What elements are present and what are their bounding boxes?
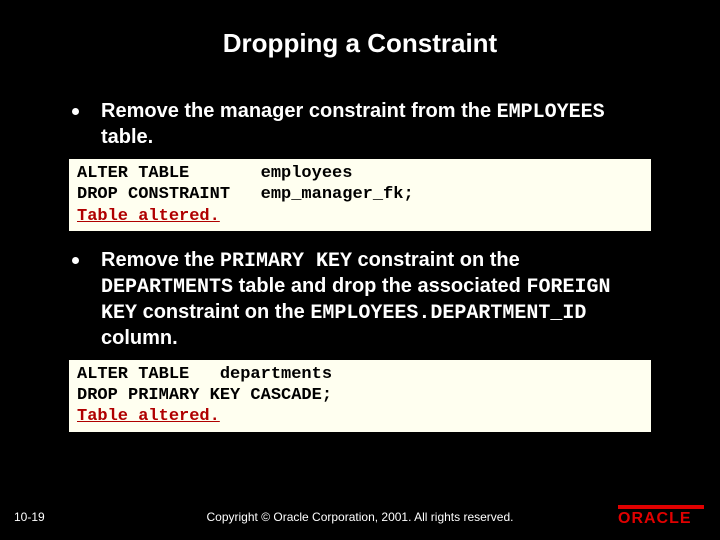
slide-footer: 10-19 Copyright © Oracle Corporation, 20… — [0, 500, 720, 530]
copyright-text: Copyright © Oracle Corporation, 2001. Al… — [0, 510, 720, 524]
bullet-item: Remove the PRIMARY KEY constraint on the… — [68, 248, 652, 351]
text-fragment: table and drop the associated — [233, 275, 526, 297]
logo-bar-icon — [618, 505, 704, 509]
bullet-text: Remove the manager constraint from the E… — [101, 99, 652, 150]
code-line: ALTER TABLE employees — [77, 164, 352, 183]
slide: Dropping a Constraint Remove the manager… — [0, 0, 720, 540]
code-block: ALTER TABLE departments DROP PRIMARY KEY… — [68, 359, 652, 433]
code-line: DROP CONSTRAINT emp_manager_fk; — [77, 185, 414, 204]
code-inline: DEPARTMENTS — [101, 276, 233, 299]
code-line: ALTER TABLE departments — [77, 365, 332, 384]
text-fragment: Remove the manager constraint from the — [101, 100, 497, 122]
bullet-text: Remove the PRIMARY KEY constraint on the… — [101, 248, 652, 351]
code-inline: EMPLOYEES — [497, 101, 605, 124]
slide-content: Remove the manager constraint from the E… — [0, 99, 720, 433]
bullet-dot-icon — [72, 257, 79, 264]
logo-text: ORACLE — [618, 510, 704, 528]
code-result: Table altered. — [77, 407, 220, 426]
text-fragment: Remove the — [101, 249, 220, 271]
code-result: Table altered. — [77, 207, 220, 226]
text-fragment: constraint on the — [352, 249, 520, 271]
slide-title: Dropping a Constraint — [0, 0, 720, 89]
text-fragment: column. — [101, 327, 178, 349]
text-fragment: table. — [101, 126, 153, 148]
bullet-item: Remove the manager constraint from the E… — [68, 99, 652, 150]
code-line: DROP PRIMARY KEY CASCADE; — [77, 386, 332, 405]
text-fragment: constraint on the — [137, 301, 310, 323]
code-block: ALTER TABLE employees DROP CONSTRAINT em… — [68, 158, 652, 232]
code-inline: EMPLOYEES.DEPARTMENT_ID — [310, 302, 586, 325]
oracle-logo: ORACLE — [618, 505, 704, 528]
bullet-dot-icon — [72, 108, 79, 115]
code-inline: PRIMARY KEY — [220, 250, 352, 273]
